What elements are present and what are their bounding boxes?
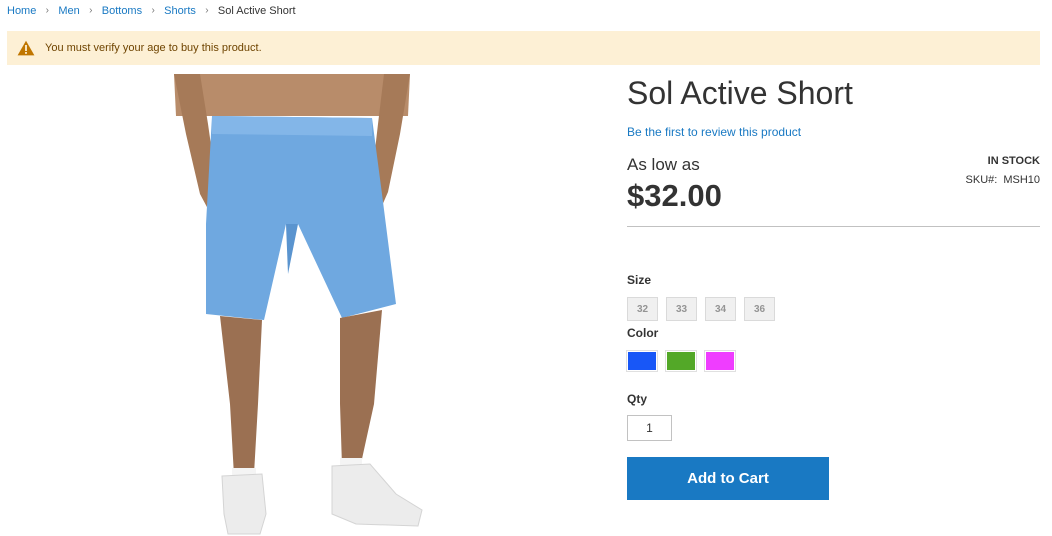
size-option-34[interactable]: 34 xyxy=(705,297,736,321)
age-verification-notice: You must verify your age to buy this pro… xyxy=(7,31,1040,65)
qty-input[interactable] xyxy=(627,415,672,441)
size-option-33[interactable]: 33 xyxy=(666,297,697,321)
color-swatch-green[interactable] xyxy=(665,350,697,372)
size-options: 32 33 34 36 xyxy=(627,297,775,321)
breadcrumb-men[interactable]: Men xyxy=(58,3,79,19)
stock-status: In stock xyxy=(987,155,1040,167)
product-image[interactable] xyxy=(160,74,440,536)
chevron-right-icon: › xyxy=(151,5,155,16)
price-label: As low as xyxy=(627,155,700,174)
sku-label: SKU#: xyxy=(965,174,998,186)
info-divider xyxy=(627,226,1040,227)
breadcrumb-current: Sol Active Short xyxy=(217,5,296,17)
sku-value: MSH10 xyxy=(1003,174,1040,186)
chevron-right-icon: › xyxy=(45,5,50,16)
review-link[interactable]: Be the first to review this product xyxy=(627,125,801,139)
notice-text: You must verify your age to buy this pro… xyxy=(45,42,262,54)
color-swatch-blue[interactable] xyxy=(626,350,658,372)
product-sku: SKU#: MSH10 xyxy=(966,174,1040,186)
color-label: Color xyxy=(627,326,659,340)
size-option-32[interactable]: 32 xyxy=(627,297,658,321)
product-title: Sol Active Short xyxy=(627,75,853,111)
chevron-right-icon: › xyxy=(89,5,93,16)
chevron-right-icon: › xyxy=(205,5,209,16)
add-to-cart-button[interactable]: Add to Cart xyxy=(627,457,829,500)
warning-icon xyxy=(16,38,36,58)
size-option-36[interactable]: 36 xyxy=(744,297,775,321)
breadcrumb-shorts[interactable]: Shorts xyxy=(164,3,196,19)
size-label: Size xyxy=(627,273,652,287)
color-swatch-purple[interactable] xyxy=(704,350,736,372)
breadcrumb-bottoms[interactable]: Bottoms xyxy=(102,3,142,19)
breadcrumb: Home › Men › Bottoms › Shorts › Sol Acti… xyxy=(7,3,296,19)
color-options xyxy=(626,350,736,372)
product-price: $32.00 xyxy=(627,178,722,213)
qty-label: Qty xyxy=(627,392,648,406)
breadcrumb-home[interactable]: Home xyxy=(7,3,36,19)
